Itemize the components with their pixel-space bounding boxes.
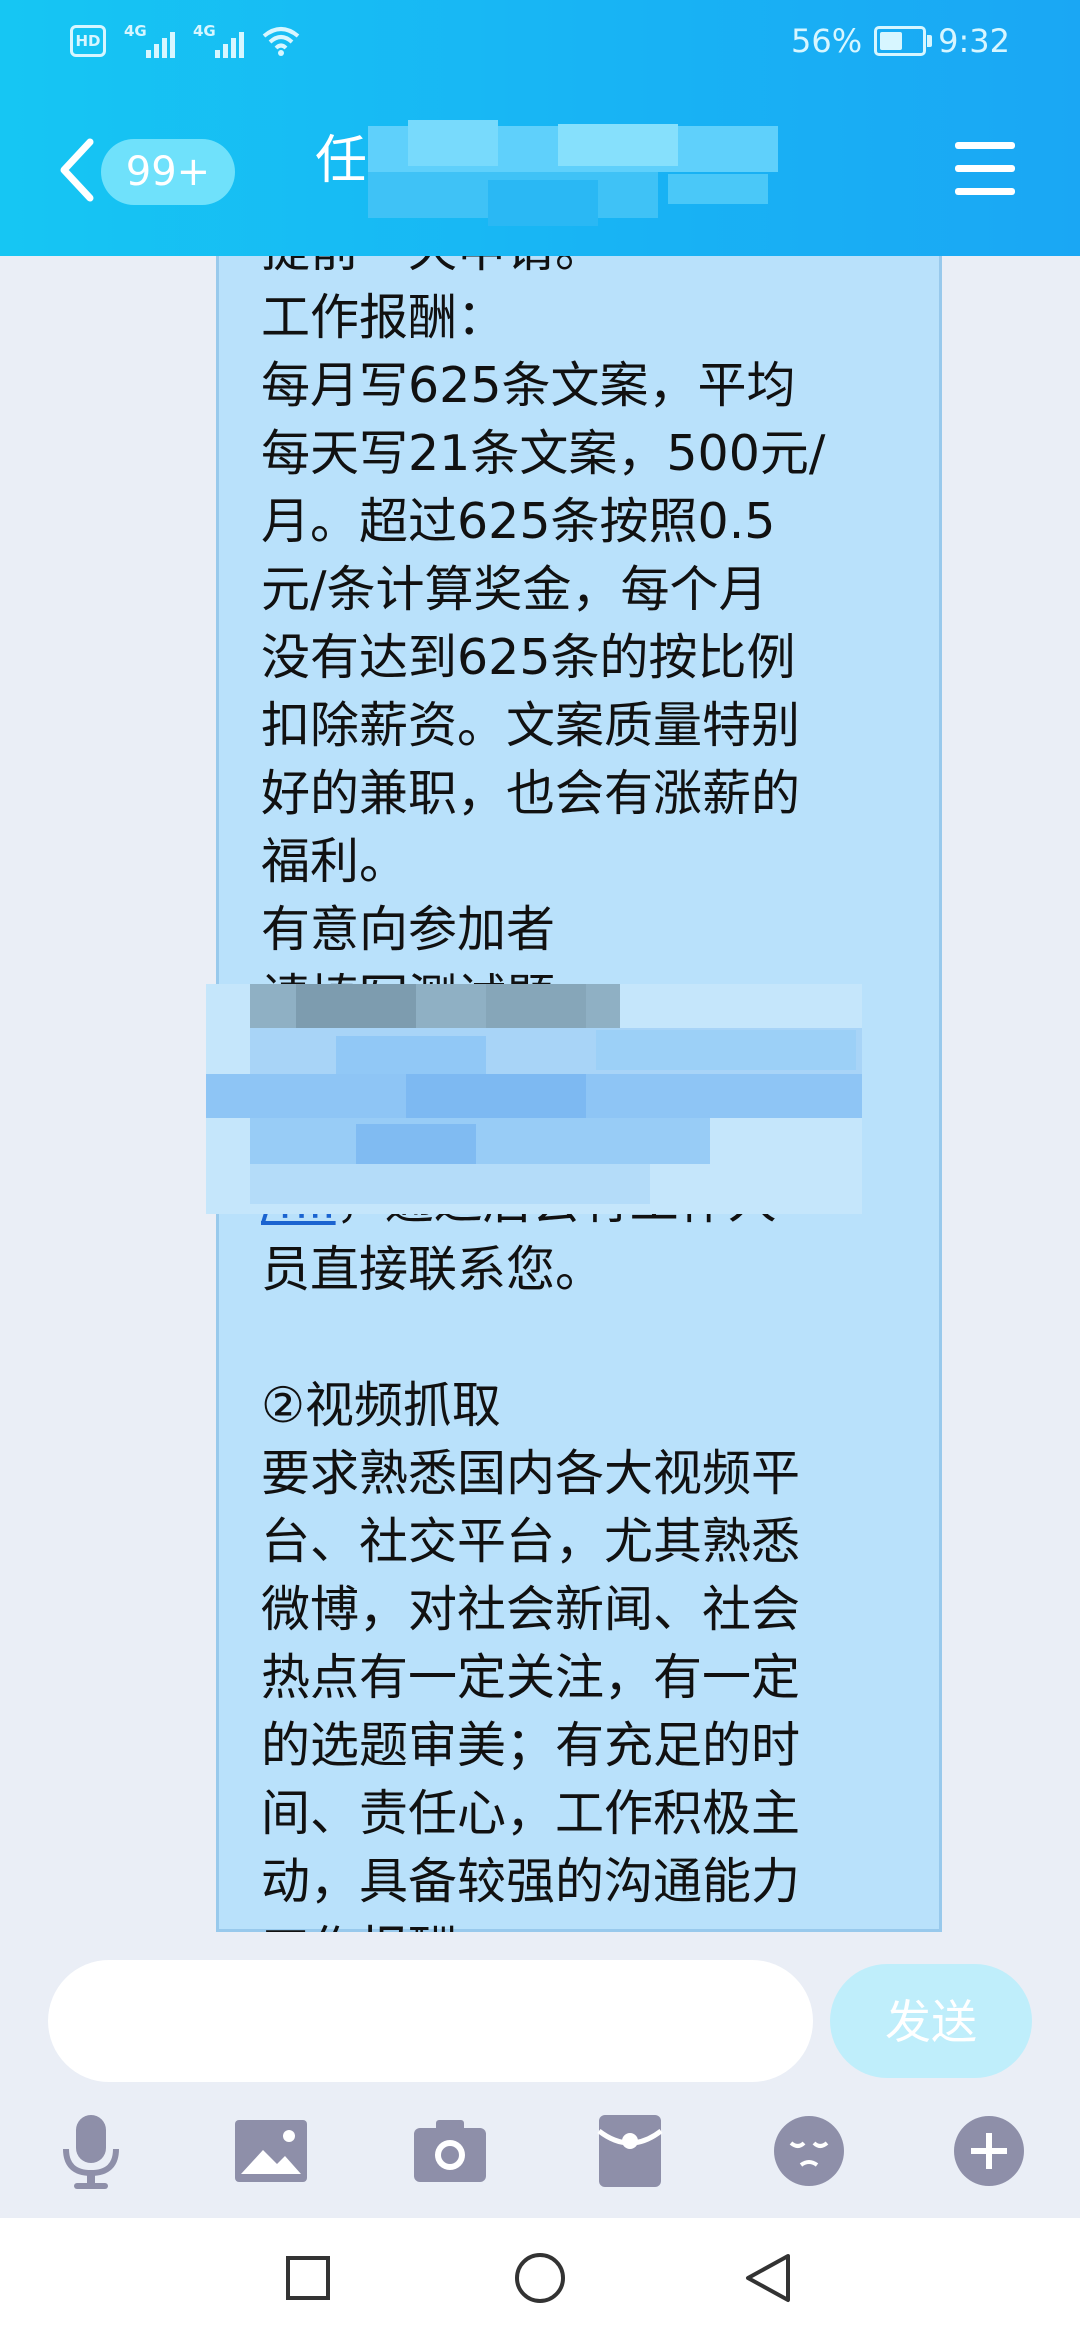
send-button[interactable]: 发送 [830, 1964, 1032, 2078]
battery-icon [874, 26, 933, 56]
menu-icon [955, 142, 1015, 149]
message-line: 动，具备较强的沟通能力 [261, 1853, 801, 1910]
battery-level [880, 32, 903, 50]
hd-voice-icon: HD [70, 25, 106, 57]
system-navigation-bar [0, 2218, 1080, 2340]
red-packet-icon [597, 2115, 663, 2187]
camera-icon [414, 2120, 486, 2182]
message-line: 微博，对社会新闻、社会 [261, 1581, 801, 1638]
message-line: 好的兼职，也会有涨薪的 [261, 765, 801, 822]
message-line: 员直接联系您。 [261, 1241, 605, 1298]
message-list[interactable]: 提前一天申请。 工作报酬： 每月写625条文案，平均 每天写21条文案，500元… [0, 256, 1080, 1932]
message-line [261, 1304, 825, 1372]
red-packet-button[interactable] [585, 2106, 675, 2196]
composer-toolbar [0, 2106, 1080, 2216]
message-line: 月。超过625条按照0.5 [261, 493, 776, 550]
voice-button[interactable] [46, 2106, 136, 2196]
back-icon [746, 2254, 790, 2302]
wifi-icon [262, 27, 300, 56]
plus-icon [954, 2116, 1024, 2186]
clock: 9:32 [938, 22, 1010, 60]
image-button[interactable] [226, 2106, 316, 2196]
message-line: 要求熟悉国内各大视频平 [261, 1445, 801, 1502]
message-line: 的选题审美；有充足的时 [261, 1717, 801, 1774]
message-line: 台、社交平台，尤其熟悉 [261, 1513, 801, 1570]
message-line: 福利。 [261, 833, 409, 890]
message-line: 间、责任心，工作积极主 [261, 1785, 801, 1842]
message-line: 工作报酬： [261, 289, 507, 346]
battery-percent: 56% [791, 22, 863, 60]
redacted-link-mosaic [206, 984, 862, 1214]
camera-button[interactable] [405, 2106, 495, 2196]
home-button[interactable] [510, 2248, 570, 2308]
back-button[interactable] [56, 138, 96, 202]
message-line: 没有达到625条的按比例 [261, 629, 796, 686]
message-input[interactable] [48, 1960, 813, 2082]
emoji-icon [774, 2116, 844, 2186]
status-bar: HD 4G 4G 56% 9:32 [0, 0, 1080, 90]
image-icon [235, 2120, 307, 2182]
message-line: 每天写21条文案，500元/ [261, 425, 826, 482]
signal-icon: 4G [124, 22, 175, 58]
recent-apps-icon [286, 2256, 330, 2300]
redacted-title-mosaic [368, 120, 778, 226]
emoji-button[interactable] [764, 2106, 854, 2196]
signal-icon-2: 4G [193, 22, 244, 58]
more-button[interactable] [944, 2106, 1034, 2196]
message-line: 元/条计算奖金，每个月 [261, 561, 768, 618]
message-line: 提前一天申请。 [261, 256, 825, 284]
message-line: 每月写625条文案，平均 [261, 357, 796, 414]
back-nav-button[interactable] [738, 2248, 798, 2308]
unread-count-badge[interactable]: 99+ [101, 139, 235, 205]
message-line: 工作报酬： [261, 1916, 825, 1932]
home-icon [515, 2253, 565, 2303]
message-line: 有意向参加者 [261, 901, 556, 958]
message-line: 扣除薪资。文案质量特别 [261, 697, 801, 754]
message-line: 热点有一定关注，有一定 [261, 1649, 801, 1706]
menu-button[interactable] [955, 142, 1015, 198]
chat-title: 任 [315, 131, 368, 191]
microphone-icon [63, 2115, 119, 2189]
recent-apps-button[interactable] [278, 2248, 338, 2308]
message-line: ②视频抓取 [261, 1377, 501, 1434]
chat-header: HD 4G 4G 56% 9:32 99+ 任 [0, 0, 1080, 256]
